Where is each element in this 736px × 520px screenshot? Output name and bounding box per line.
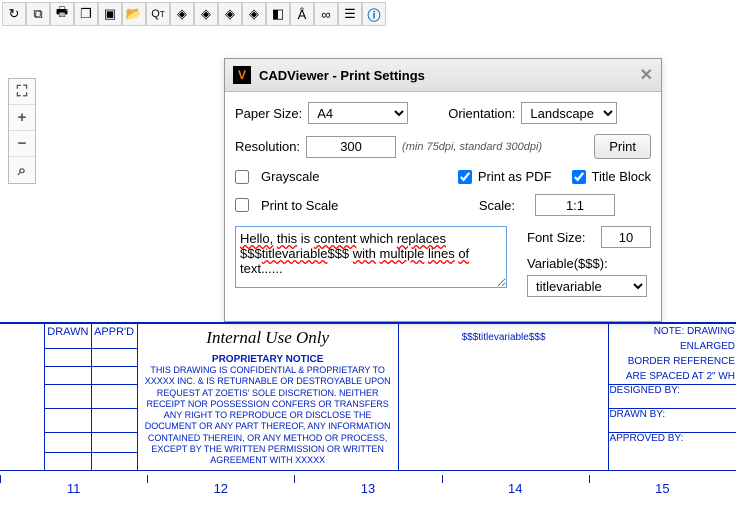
fullscreen-icon[interactable]: ⛶: [9, 79, 35, 105]
link-icon[interactable]: ∞: [314, 2, 338, 26]
font-size-label: Font Size:: [527, 230, 586, 245]
list-icon[interactable]: ☰: [338, 2, 362, 26]
apprd-header: APPR'D: [91, 324, 137, 349]
font-size-input[interactable]: [601, 226, 651, 248]
zoom-tool-icon[interactable]: ⌕: [9, 157, 35, 183]
top-toolbar: ↻ ⧉ 🖶 ❐ ▣ 📂 QT ◈ ◈ ◈ ◈ ◧ Å ∞ ☰ ⓘ: [0, 0, 736, 28]
side-toolbar: ⛶ + − ⌕: [8, 78, 36, 184]
title-block-label: Title Block: [592, 169, 651, 184]
dialog-title-text: CADViewer - Print Settings: [259, 68, 425, 83]
stack-icon[interactable]: ▣: [98, 2, 122, 26]
orientation-select[interactable]: Landscape: [521, 102, 617, 124]
ruler-tick: 14: [442, 475, 589, 496]
resolution-hint: (min 75dpi, standard 300dpi): [402, 141, 542, 153]
scale-input[interactable]: [535, 194, 615, 216]
print-as-pdf-checkbox[interactable]: [458, 170, 472, 184]
ruler-tick: 12: [147, 475, 294, 496]
approved-by-cell: APPROVED BY:: [609, 433, 736, 471]
magnify-text-icon[interactable]: QT: [146, 2, 170, 26]
resolution-input[interactable]: [306, 136, 396, 158]
folder-open-icon[interactable]: 📂: [122, 2, 146, 26]
grayscale-checkbox[interactable]: [235, 170, 249, 184]
layer-back-icon[interactable]: ◈: [170, 2, 194, 26]
title-block-drawing: DRAWN APPR'D Internal Use Only PROPRIETA…: [0, 322, 736, 471]
multi-page-icon[interactable]: ❐: [74, 2, 98, 26]
replacement-text-input[interactable]: Hello, this is content which replaces $$…: [235, 226, 507, 288]
note-line-2: ENLARGED: [609, 339, 736, 354]
note-line-3: BORDER REFERENCE: [609, 354, 736, 369]
drawn-header: DRAWN: [45, 324, 91, 349]
eraser-icon[interactable]: ◧: [266, 2, 290, 26]
close-icon[interactable]: ✕: [640, 65, 653, 85]
print-settings-dialog: V CADViewer - Print Settings ✕ Paper Siz…: [224, 58, 662, 322]
compass-icon[interactable]: Å: [290, 2, 314, 26]
proprietary-notice-title: PROPRIETARY NOTICE: [138, 350, 398, 365]
resolution-label: Resolution:: [235, 139, 300, 154]
grayscale-label: Grayscale: [261, 169, 320, 184]
scale-label: Scale:: [479, 198, 515, 213]
ruler-tick: 15: [589, 475, 736, 496]
layer-mid-icon[interactable]: ◈: [194, 2, 218, 26]
print-button[interactable]: Print: [594, 134, 651, 159]
app-logo-icon: V: [233, 66, 251, 84]
print-to-scale-label: Print to Scale: [261, 198, 338, 213]
title-block-checkbox[interactable]: [572, 170, 586, 184]
arrow-refresh-icon[interactable]: ↻: [2, 2, 26, 26]
print-to-scale-checkbox[interactable]: [235, 198, 249, 212]
print-as-pdf-label: Print as PDF: [478, 169, 552, 184]
copy-icon[interactable]: ⧉: [26, 2, 50, 26]
dialog-titlebar[interactable]: V CADViewer - Print Settings ✕: [225, 59, 661, 92]
ruler-tick: 13: [294, 475, 441, 496]
variable-select[interactable]: titlevariable: [527, 275, 647, 297]
note-line-1: NOTE: DRAWING: [609, 324, 736, 339]
proprietary-notice-body: THIS DRAWING IS CONFIDENTIAL & PROPRIETA…: [138, 365, 398, 470]
info-icon[interactable]: ⓘ: [362, 2, 386, 26]
note-line-4: ARE SPACED AT 2" WH: [609, 369, 736, 384]
paper-size-label: Paper Size:: [235, 106, 302, 121]
ruler: 11 12 13 14 15: [0, 475, 736, 496]
ruler-tick: 11: [0, 475, 147, 496]
zoom-out-icon[interactable]: −: [9, 131, 35, 157]
paper-size-select[interactable]: A4: [308, 102, 408, 124]
drawn-by-cell: DRAWN BY:: [609, 409, 736, 433]
orientation-label: Orientation:: [448, 106, 515, 121]
layer-front-icon[interactable]: ◈: [242, 2, 266, 26]
layer-fwd-icon[interactable]: ◈: [218, 2, 242, 26]
title-variable-cell: $$$titlevariable$$$: [398, 324, 609, 471]
zoom-in-icon[interactable]: +: [9, 105, 35, 131]
internal-use-only: Internal Use Only: [138, 324, 398, 350]
designed-by-cell: DESIGNED BY:: [609, 385, 736, 409]
variable-label: Variable($$$):: [527, 256, 608, 271]
print-icon[interactable]: 🖶: [50, 2, 74, 26]
